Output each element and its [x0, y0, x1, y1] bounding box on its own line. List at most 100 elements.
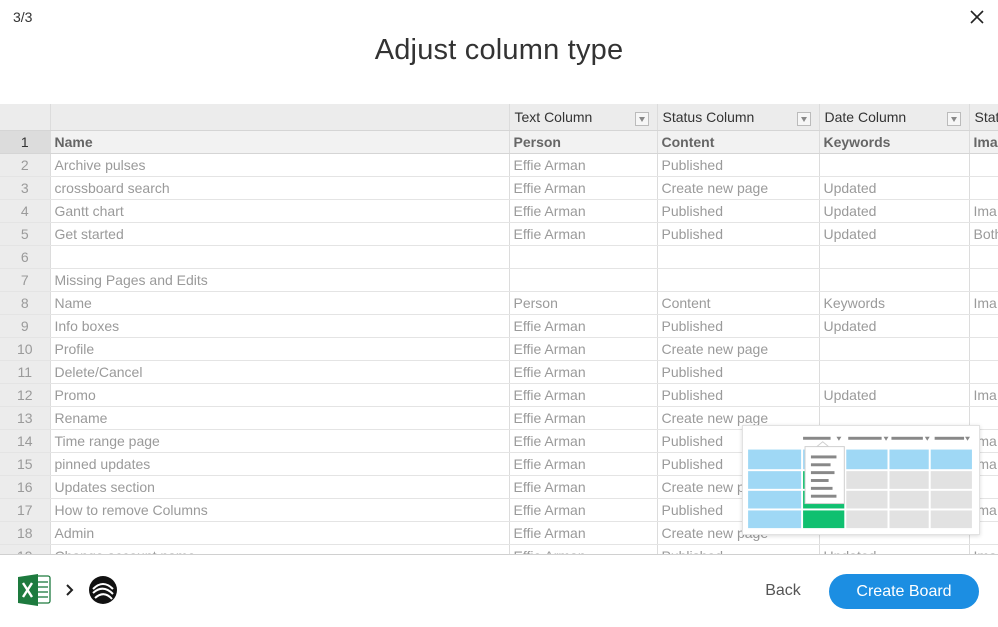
table-cell: crossboard search [50, 176, 510, 200]
row-number: 16 [0, 475, 51, 499]
table-cell: pinned updates [50, 452, 510, 476]
table-cell [969, 176, 998, 200]
table-row: 10 Profile Effie Arman Create new page [0, 337, 998, 361]
column-type-row: Text Column Status Column Date Column Stat [0, 104, 998, 131]
table-cell: Updated [819, 176, 970, 200]
table-cell: Updated [819, 222, 970, 246]
row-number: 9 [0, 314, 51, 338]
row-number: 8 [0, 291, 51, 315]
table-cell: Published [657, 222, 820, 246]
table-row: 9 Info boxes Effie Arman Published Updated [0, 314, 998, 338]
table-cell: Content [657, 291, 820, 315]
table-cell: Missing Pages and Edits [50, 268, 510, 292]
table-cell: Effie Arman [509, 153, 658, 177]
row-number: 13 [0, 406, 51, 430]
table-cell: Change account name [50, 544, 510, 554]
column-type-dropdown-icon[interactable] [946, 111, 961, 126]
table-cell: Effie Arman [509, 429, 658, 453]
table-cell: Info boxes [50, 314, 510, 338]
table-cell: Published [657, 314, 820, 338]
table-cell: Keywords [819, 291, 970, 315]
row-number: 7 [0, 268, 51, 292]
table-row: 5 Get started Effie Arman Published Updated B… [0, 222, 998, 246]
close-icon[interactable] [968, 8, 986, 26]
row-number: 11 [0, 360, 51, 384]
table-cell: Effie Arman [509, 383, 658, 407]
table-row: 4 Gantt chart Effie Arman Published Updated I… [0, 199, 998, 223]
row-number: 18 [0, 521, 51, 545]
table-cell: Updates section [50, 475, 510, 499]
column-type-cell [50, 104, 510, 131]
table-cell: Keywords [819, 130, 970, 154]
table-cell: Published [657, 199, 820, 223]
row-number: 5 [0, 222, 51, 246]
table-cell: Content [657, 130, 820, 154]
table-cell [509, 245, 658, 269]
table-cell: Effie Arman [509, 475, 658, 499]
table-cell: Updated [819, 383, 970, 407]
row-number: 17 [0, 498, 51, 522]
table-row: 2 Archive pulses Effie Arman Published [0, 153, 998, 177]
table-cell [819, 337, 970, 361]
table-cell: Rename [50, 406, 510, 430]
table-row: 8 Name Person Content Keywords Ima [0, 291, 998, 315]
table-cell: Effie Arman [509, 337, 658, 361]
row-number: 2 [0, 153, 51, 177]
table-row: 3 crossboard search Effie Arman Create new … [0, 176, 998, 200]
table-cell: Published [657, 153, 820, 177]
table-row: 19Change account nameEffie ArmanPublishe… [0, 544, 998, 554]
row-number: 3 [0, 176, 51, 200]
table-cell: Get started [50, 222, 510, 246]
table-cell [969, 314, 998, 338]
table-cell: Effie Arman [509, 544, 658, 554]
column-type-dropdown-icon[interactable] [634, 111, 649, 126]
table-cell: Effie Arman [509, 521, 658, 545]
table-cell: Effie Arman [509, 199, 658, 223]
row-number: 12 [0, 383, 51, 407]
table-cell: Published [657, 383, 820, 407]
table-cell: Person [509, 130, 658, 154]
step-indicator: 3/3 [13, 9, 33, 25]
corner-cell [0, 104, 51, 131]
table-cell: Both [969, 222, 998, 246]
column-type-cell[interactable]: Status Column [657, 104, 820, 131]
table-cell [819, 360, 970, 384]
row-number: 4 [0, 199, 51, 223]
column-type-cell[interactable]: Date Column [819, 104, 970, 131]
column-type-dropdown-icon[interactable] [796, 111, 811, 126]
table-cell: Gantt chart [50, 199, 510, 223]
back-button[interactable]: Back [752, 579, 814, 603]
import-dialog: 3/3 Adjust column type Text Column Status… [0, 0, 998, 627]
table-cell: Ima [969, 544, 998, 554]
table-cell: Archive pulses [50, 153, 510, 177]
column-type-label: Text Column [514, 108, 593, 125]
excel-icon [18, 574, 51, 606]
column-type-label: Date Column [824, 108, 907, 125]
table-row: 7 Missing Pages and Edits [0, 268, 998, 292]
table-cell [819, 245, 970, 269]
column-type-label: Status Column [662, 108, 755, 125]
table-cell: Ima [969, 130, 998, 154]
table-cell: Profile [50, 337, 510, 361]
column-type-cell[interactable]: Stat [969, 104, 998, 131]
table-cell: Person [509, 291, 658, 315]
table-row: 11 Delete/Cancel Effie Arman Published [0, 360, 998, 384]
table-cell: Effie Arman [509, 360, 658, 384]
table-cell: Effie Arman [509, 314, 658, 338]
table-cell [657, 268, 820, 292]
column-type-illustration [742, 425, 980, 535]
table-cell: Updated [819, 199, 970, 223]
table-cell: Ima [969, 383, 998, 407]
table-row: 6 [0, 245, 998, 269]
table-cell: Admin [50, 521, 510, 545]
create-board-button[interactable]: Create Board [829, 574, 979, 609]
column-type-cell[interactable]: Text Column [509, 104, 658, 131]
table-cell [657, 245, 820, 269]
table-cell: Published [657, 360, 820, 384]
dialog-title: Adjust column type [374, 34, 624, 66]
table-cell: Name [50, 130, 510, 154]
table-cell: Updated [819, 314, 970, 338]
table-cell [969, 268, 998, 292]
table-cell: Effie Arman [509, 406, 658, 430]
header-row: 1 Name Person Content Keywords Ima [0, 130, 998, 154]
